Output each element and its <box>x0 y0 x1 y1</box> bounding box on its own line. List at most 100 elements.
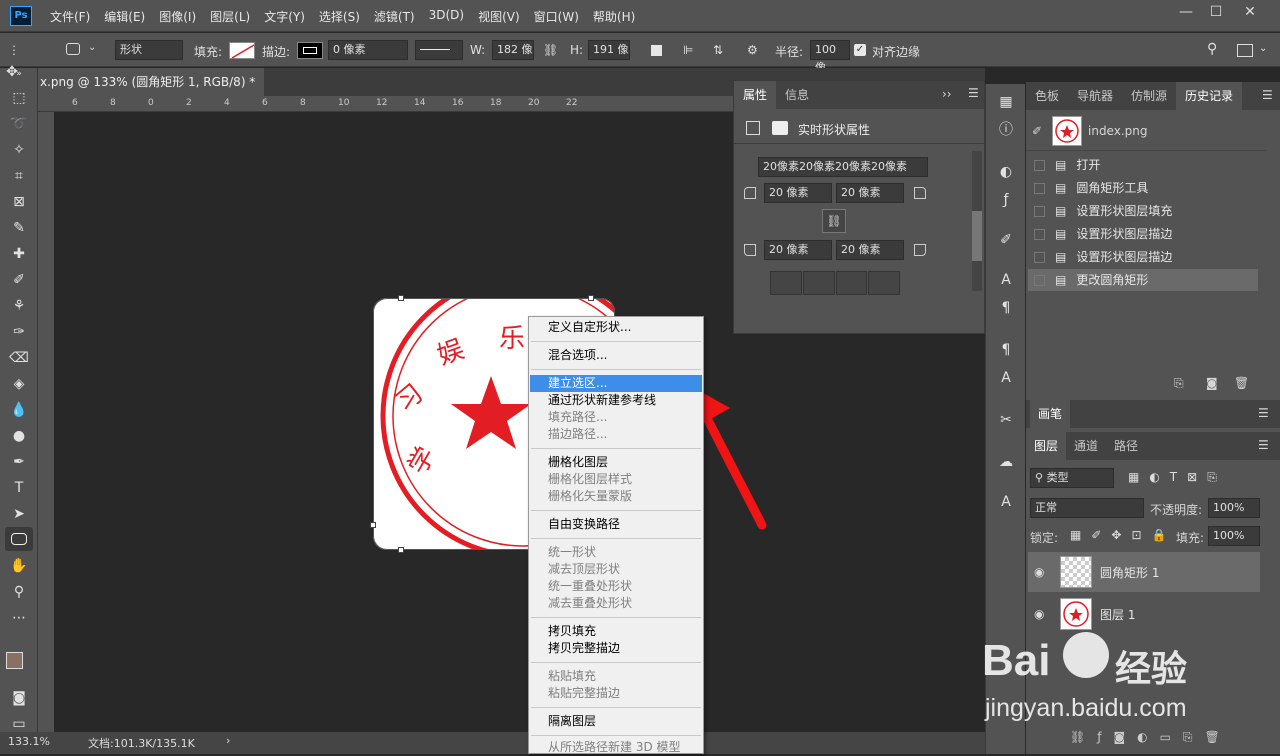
maximize-icon[interactable]: ☐ <box>1206 4 1226 24</box>
filter-icons[interactable]: ▦◐T⊠⎘ <box>1128 470 1227 485</box>
layer-name[interactable]: 图层 1 <box>1100 606 1135 623</box>
stroke-swatch[interactable] <box>297 42 323 59</box>
intersect-shape-icon[interactable] <box>835 271 868 295</box>
width-input[interactable]: 182 像 <box>492 40 534 60</box>
link-corners-icon[interactable]: ⛓ <box>822 209 846 233</box>
link-icon[interactable]: ⛓ <box>543 43 558 57</box>
history-item[interactable]: ▤ 设置形状图层填充 <box>1028 200 1258 222</box>
corner-bl-input[interactable]: 20 像素 <box>764 240 832 260</box>
menu-0[interactable]: 文件(F) <box>50 8 90 25</box>
chevron-down-icon[interactable]: ⌄ <box>1259 43 1267 54</box>
menu-item-copy-fill[interactable]: 拷贝填充 <box>548 623 596 640</box>
rounded-rect-tool-button[interactable] <box>5 527 33 551</box>
menu-item-isolate-layers[interactable]: 隔离图层 <box>548 713 596 730</box>
tab-history[interactable]: 历史记录 <box>1176 82 1243 110</box>
minimize-icon[interactable]: — <box>1176 4 1196 24</box>
panel-menu-icon[interactable]: ☰ <box>1258 406 1269 420</box>
path-alignment-icon[interactable]: ⊫ <box>683 43 693 57</box>
anchor-handle[interactable] <box>370 522 376 528</box>
brush-settings-icon[interactable]: ✐ <box>996 230 1016 250</box>
marquee-tool-icon[interactable]: ⬚ <box>9 88 29 108</box>
menu-item-define-custom-shape[interactable]: 定义自定形状... <box>548 319 631 336</box>
panel-menu-icon[interactable]: ☰ <box>1262 88 1273 102</box>
stroke-width-select[interactable]: 0 像素 <box>328 40 408 60</box>
history-item[interactable]: ▤ 圆角矩形工具 <box>1028 177 1258 199</box>
camera-icon[interactable]: ◙ <box>1206 376 1218 390</box>
paint-bucket-icon[interactable]: ◈ <box>9 374 29 394</box>
lasso-tool-icon[interactable]: ➰ <box>9 114 29 134</box>
scrollbar[interactable] <box>972 151 982 291</box>
tab-info[interactable]: 信息 <box>776 81 818 109</box>
menu-8[interactable]: 视图(V) <box>478 8 520 25</box>
expand-icon[interactable]: ›› <box>942 87 952 101</box>
layer-row[interactable]: ◉ 图层 1 <box>1028 594 1260 634</box>
foreground-color-swatch[interactable] <box>6 652 23 669</box>
eraser-icon[interactable]: ⌫ <box>9 348 29 368</box>
clone-stamp-icon[interactable]: ⚘ <box>9 296 29 316</box>
corners-summary[interactable]: 20像素20像素20像素20像素 <box>758 157 928 177</box>
menu-5[interactable]: 选择(S) <box>319 8 360 25</box>
history-item[interactable]: ▤ 设置形状图层描边 <box>1028 223 1258 245</box>
zoom-tool-icon[interactable]: ⚲ <box>9 582 29 602</box>
align-edges-checkbox[interactable]: ✓ <box>854 44 866 56</box>
menu-item-free-transform[interactable]: 自由变换路径 <box>548 516 620 533</box>
exclude-shape-icon[interactable] <box>868 271 900 295</box>
corner-br-input[interactable]: 20 像素 <box>836 240 904 260</box>
type-tool-icon[interactable]: T <box>9 478 29 498</box>
blur-tool-icon[interactable]: 💧 <box>9 400 29 420</box>
tab-brushes[interactable]: 画笔 <box>1030 400 1070 428</box>
menu-3[interactable]: 图层(L) <box>210 8 250 25</box>
more-tools-icon[interactable]: ⋯ <box>9 608 29 628</box>
shape-props-icon[interactable] <box>746 121 760 135</box>
chevron-right-icon[interactable]: › <box>226 734 230 747</box>
history-item[interactable]: ▤ 更改圆角矩形 <box>1028 269 1258 291</box>
info-icon[interactable]: ⓘ <box>996 120 1016 140</box>
new-document-icon[interactable]: ⎘ <box>1174 376 1184 391</box>
quick-mask-icon[interactable]: ◙ <box>9 688 29 708</box>
screen-mode-icon[interactable]: ▭ <box>9 714 29 734</box>
tab-channels[interactable]: 通道 <box>1066 432 1106 460</box>
tab-swatches[interactable]: 色板 <box>1026 82 1068 110</box>
tab-paths[interactable]: 路径 <box>1106 432 1146 460</box>
history-checkbox[interactable] <box>1034 183 1045 194</box>
history-checkbox[interactable] <box>1034 275 1045 286</box>
path-selection-icon[interactable]: ➤ <box>9 504 29 524</box>
anchor-handle[interactable] <box>398 295 404 301</box>
menu-item-rasterize-layer[interactable]: 栅格化图层 <box>548 454 608 471</box>
hand-tool-icon[interactable]: ✋ <box>9 556 29 576</box>
snapshot-label[interactable]: index.png <box>1088 124 1147 138</box>
corner-tr-input[interactable]: 20 像素 <box>836 183 904 203</box>
document-tab[interactable]: x.png @ 133% (圆角矩形 1, RGB/8) * ✕ <box>38 68 264 117</box>
brush-tool-icon[interactable]: ✐ <box>9 270 29 290</box>
cc-libraries-icon[interactable]: ☁ <box>996 452 1016 472</box>
dodge-tool-icon[interactable]: ● <box>9 426 29 446</box>
tab-layers[interactable]: 图层 <box>1026 432 1067 460</box>
lock-icons[interactable]: ▦✐✥⊡🔒 <box>1070 528 1176 542</box>
character-icon[interactable]: A <box>996 270 1016 290</box>
panel-menu-icon[interactable]: ☰ <box>1258 438 1269 452</box>
menu-item-make-selection[interactable]: 建立选区... <box>548 375 607 392</box>
history-checkbox[interactable] <box>1034 252 1045 263</box>
magic-wand-icon[interactable]: ✧ <box>9 140 29 160</box>
panel-menu-icon[interactable]: ☰ <box>968 86 979 100</box>
pen-tool-icon[interactable]: ✒ <box>9 452 29 472</box>
opacity-input[interactable]: 100% <box>1208 498 1260 518</box>
height-input[interactable]: 191 像 <box>588 40 630 60</box>
trash-icon[interactable]: 🗑 <box>1234 376 1249 390</box>
frame-tool-icon[interactable]: ⊠ <box>9 192 29 212</box>
chevron-down-icon[interactable]: ⌄ <box>88 42 96 53</box>
eye-icon[interactable]: ◉ <box>1034 607 1044 621</box>
menu-item-new-guides[interactable]: 通过形状新建参考线 <box>548 392 656 409</box>
history-checkbox[interactable] <box>1034 206 1045 217</box>
subtract-shape-icon[interactable] <box>802 271 835 295</box>
search-icon[interactable]: ⚲ <box>1207 41 1217 57</box>
glyphs-icon[interactable]: A <box>996 492 1016 512</box>
mask-props-icon[interactable] <box>772 121 788 135</box>
zoom-level[interactable]: 133.1% <box>8 735 50 748</box>
workspace-icon[interactable] <box>1237 44 1253 57</box>
eyedropper-icon[interactable]: ✎ <box>9 218 29 238</box>
history-item[interactable]: ▤ 打开 <box>1028 154 1258 176</box>
close-icon[interactable]: ✕ <box>1240 4 1260 24</box>
menu-7[interactable]: 3D(D) <box>429 8 464 25</box>
tab-properties[interactable]: 属性 <box>734 81 777 109</box>
